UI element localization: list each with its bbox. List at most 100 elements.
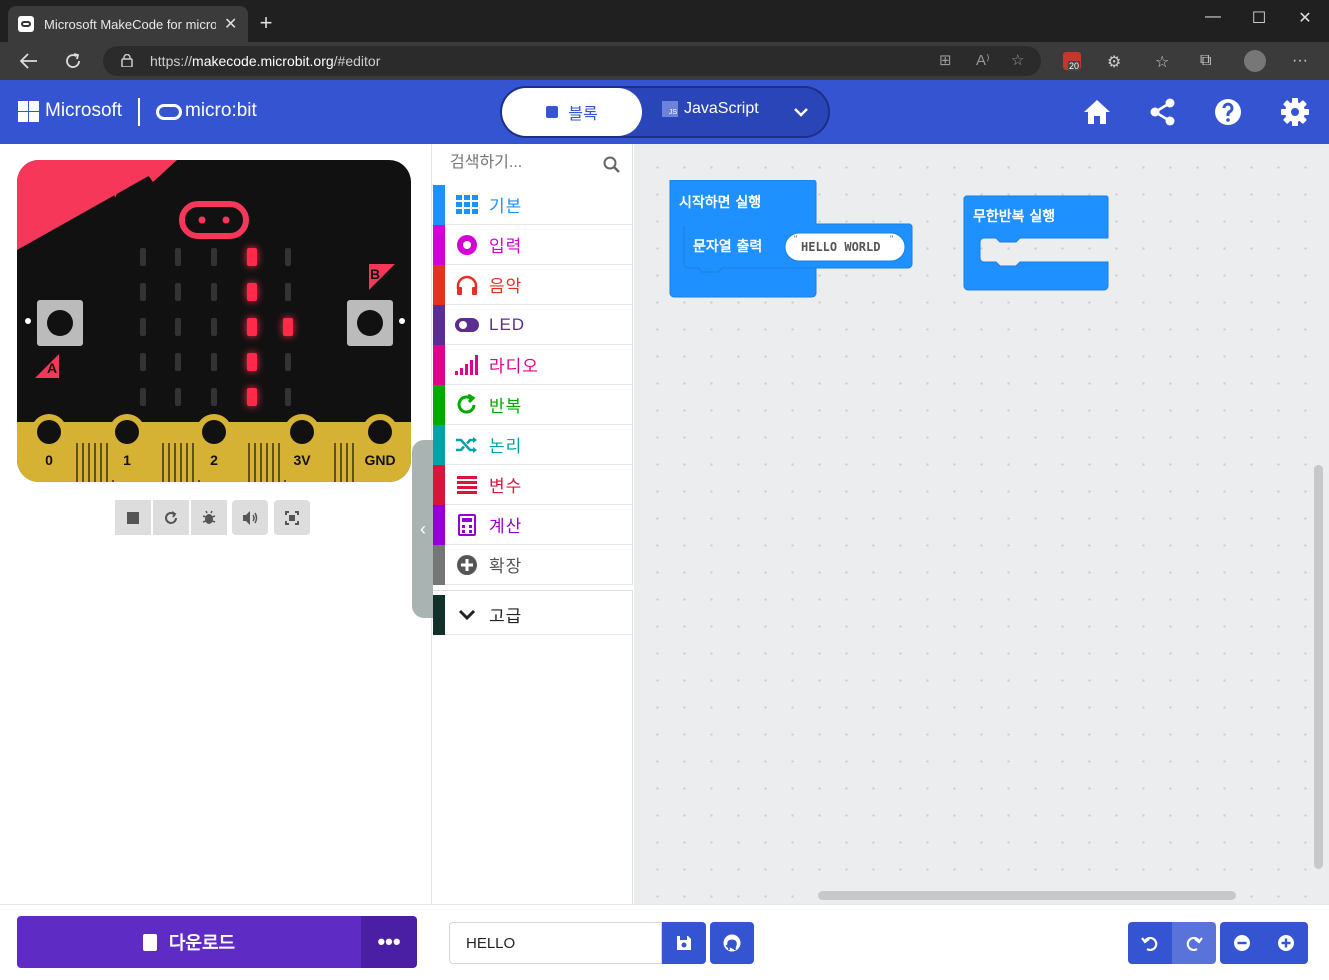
led-3-0 xyxy=(140,353,146,371)
category-extensions[interactable]: 확장 xyxy=(433,544,633,585)
search-icon[interactable] xyxy=(603,156,621,174)
pin-gnd[interactable]: GND xyxy=(360,414,400,480)
led-0-4 xyxy=(285,248,291,266)
github-button[interactable] xyxy=(710,922,754,964)
pin-2[interactable]: 2 xyxy=(196,414,232,480)
microsoft-brand[interactable]: Microsoft xyxy=(45,100,122,122)
microbit-logo-icon[interactable] xyxy=(156,104,182,120)
github-icon xyxy=(723,934,741,952)
javascript-tab-label: JavaScript xyxy=(684,100,759,117)
led-4-1 xyxy=(175,388,181,406)
workspace-vertical-scrollbar[interactable] xyxy=(1314,465,1323,869)
redo-icon xyxy=(1186,936,1203,951)
puzzle-piece-icon xyxy=(546,106,559,118)
category-input[interactable]: 입력 xyxy=(433,224,633,265)
led-1-2 xyxy=(211,283,217,301)
restart-button[interactable] xyxy=(153,500,189,535)
mute-button[interactable] xyxy=(232,500,268,535)
close-tab-icon[interactable]: ✕ xyxy=(224,14,237,34)
led-2-0 xyxy=(140,318,146,336)
stop-button[interactable] xyxy=(115,500,151,535)
address-bar[interactable]: https://makecode.microbit.org/#editor ⊞ … xyxy=(103,46,1041,76)
lock-icon xyxy=(121,54,133,67)
tab-title: Microsoft MakeCode for micro:bit xyxy=(44,16,216,32)
blocks-tab-label: 블록 xyxy=(568,106,598,123)
add-favorite-icon[interactable]: ☆ xyxy=(1011,51,1024,69)
app-available-icon[interactable]: ⊞ xyxy=(939,51,952,69)
microbit-brand[interactable]: micro:bit xyxy=(185,100,257,122)
workspace-horizontal-scrollbar[interactable] xyxy=(818,891,1236,900)
search-input[interactable] xyxy=(450,154,600,172)
download-more-button[interactable]: ••• xyxy=(361,916,417,968)
browser-menu-icon[interactable]: ··· xyxy=(1292,52,1308,70)
forever-label: 무한반복 실행 xyxy=(973,208,1055,225)
undo-button[interactable] xyxy=(1128,922,1172,964)
javascript-tab[interactable]: JS JavaScript xyxy=(662,100,759,118)
share-icon[interactable] xyxy=(1148,97,1178,127)
language-dropdown-chevron-down-icon[interactable] xyxy=(786,100,816,124)
led-2-4 xyxy=(283,318,293,336)
save-button[interactable] xyxy=(662,922,706,964)
settings-gear-icon[interactable] xyxy=(1280,97,1310,127)
category-variables[interactable]: 변수 xyxy=(433,464,633,505)
led-3-2 xyxy=(211,353,217,371)
category-basic[interactable]: 기본 xyxy=(433,184,633,225)
debug-bug-icon xyxy=(202,510,216,524)
collections-icon[interactable]: ⧉ xyxy=(1200,52,1211,70)
close-window-icon[interactable]: ✕ xyxy=(1282,8,1328,28)
zoom-in-button[interactable] xyxy=(1264,922,1308,964)
microsoft-logo-icon[interactable] xyxy=(18,101,39,122)
led-4-2 xyxy=(211,388,217,406)
fullscreen-button[interactable] xyxy=(274,500,310,535)
shuffle-icon xyxy=(455,436,479,454)
toolbox-separator xyxy=(433,585,633,591)
profile-avatar[interactable] xyxy=(1244,50,1266,72)
category-label: 반복 xyxy=(489,397,523,416)
back-icon[interactable] xyxy=(16,48,42,74)
header-divider xyxy=(138,98,140,126)
redo-button[interactable] xyxy=(1172,922,1216,964)
category-label: 음악 xyxy=(489,277,523,296)
fullscreen-icon xyxy=(285,510,299,525)
browser-tab[interactable]: Microsoft MakeCode for micro:bit ✕ xyxy=(8,6,248,42)
maximize-icon[interactable]: ☐ xyxy=(1236,8,1282,28)
save-disk-icon xyxy=(677,936,691,950)
led-2-2 xyxy=(211,318,217,336)
debug-button[interactable] xyxy=(191,500,227,535)
project-name-input[interactable] xyxy=(449,922,662,964)
minimize-icon[interactable]: — xyxy=(1190,8,1236,26)
makecode-favicon-icon xyxy=(18,16,34,32)
category-advanced[interactable]: 고급 xyxy=(433,594,633,635)
download-button[interactable]: 다운로드 xyxy=(17,916,361,968)
extensions-icon[interactable]: ⚙ xyxy=(1107,52,1121,72)
browser-titlebar: Microsoft MakeCode for micro:bit ✕ + — ☐… xyxy=(0,0,1329,42)
category-label: 확장 xyxy=(489,557,523,576)
pin-3v[interactable]: 3V xyxy=(284,414,320,480)
category-music[interactable]: 음악 xyxy=(433,264,633,305)
restart-icon xyxy=(165,510,177,524)
forever-block[interactable]: 무한반복 실행 xyxy=(962,194,1112,294)
category-label: LED xyxy=(489,314,526,334)
read-aloud-icon[interactable]: A⁾ xyxy=(976,51,990,69)
category-logic[interactable]: 논리 xyxy=(433,424,633,465)
led-2-1 xyxy=(175,318,181,336)
led-4-4 xyxy=(285,388,291,406)
new-tab-icon[interactable]: + xyxy=(254,10,278,36)
category-radio[interactable]: 라디오 xyxy=(433,344,633,385)
button-a-label: A xyxy=(47,360,58,376)
help-icon[interactable] xyxy=(1213,97,1243,127)
zoom-out-button[interactable] xyxy=(1220,922,1264,964)
home-icon[interactable] xyxy=(1082,97,1112,127)
collapse-simulator-chevron-left-icon[interactable]: ‹ xyxy=(412,440,434,618)
reload-icon[interactable] xyxy=(60,48,86,74)
pin-0[interactable]: 0 xyxy=(31,414,67,480)
category-loops[interactable]: 반복 xyxy=(433,384,633,425)
blocks-tab[interactable]: 블록 xyxy=(502,88,642,136)
pin-1[interactable]: 1 xyxy=(109,414,145,480)
on-start-block[interactable]: 시작하면 실행 문자열 출력 " HELLO WORLD " xyxy=(668,180,918,300)
toolbox: 기본 입력 음악 LED 라디오 반복 논리 변수 계산 xyxy=(433,144,633,904)
category-led[interactable]: LED xyxy=(433,304,633,345)
favorites-icon[interactable]: ☆ xyxy=(1155,52,1169,72)
url-text: https://makecode.microbit.org/#editor xyxy=(150,53,381,69)
category-math[interactable]: 계산 xyxy=(433,504,633,545)
